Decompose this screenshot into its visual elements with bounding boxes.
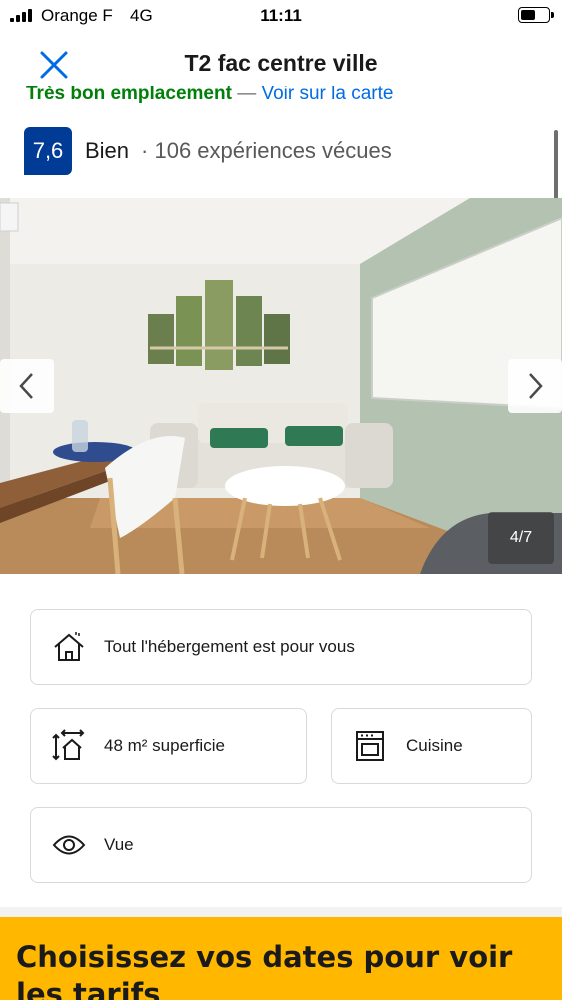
previous-photo-button[interactable] (0, 359, 54, 413)
oven-icon (352, 728, 388, 764)
feature-kitchen[interactable]: Cuisine (331, 708, 532, 784)
feature-label: Cuisine (406, 736, 463, 755)
chevron-right-icon (529, 373, 543, 399)
close-button[interactable] (36, 47, 72, 83)
review-count: · 106 expériences vécues (141, 138, 392, 163)
house-icon (51, 629, 87, 665)
clock: 11:11 (260, 6, 302, 25)
photo-gallery[interactable]: 4/7 (0, 198, 562, 574)
photo-counter: 4/7 (488, 512, 554, 564)
battery-icon (518, 7, 554, 23)
score-badge: 7,6 (24, 127, 72, 175)
header: T2 fac centre ville (0, 32, 562, 94)
page-title: T2 fac centre ville (184, 50, 378, 76)
feature-label: Tout l'hébergement est pour vous (104, 637, 355, 656)
room-photo (0, 198, 562, 574)
room-size-icon (51, 728, 87, 764)
location-line: Très bon emplacement — Voir sur la carte (26, 86, 546, 108)
feature-label: 48 m² superficie (104, 736, 225, 755)
feature-view[interactable]: Vue (30, 807, 532, 883)
feature-label: Vue (104, 835, 134, 854)
rating-row[interactable]: 7,6 Bien · 106 expériences vécues (24, 127, 392, 175)
score-word: Bien (85, 138, 130, 163)
status-bar: Orange F 4G 11:11 (0, 0, 562, 32)
choose-dates-text: Choisissez vos dates pour voir les tarif… (16, 940, 513, 1000)
chevron-left-icon (19, 373, 33, 399)
next-photo-button[interactable] (508, 359, 562, 413)
choose-dates-banner[interactable]: Choisissez vos dates pour voir les tarif… (0, 917, 562, 1000)
view-map-link[interactable]: Voir sur la carte (261, 86, 393, 104)
eye-icon (51, 827, 87, 863)
close-icon (40, 51, 68, 79)
location-rating-label: Très bon emplacement (26, 86, 232, 104)
feature-room-size[interactable]: 48 m² superficie (30, 708, 307, 784)
section-divider (0, 907, 562, 917)
location-separator: — (237, 86, 257, 104)
feature-entire-place[interactable]: Tout l'hébergement est pour vous (30, 609, 532, 685)
